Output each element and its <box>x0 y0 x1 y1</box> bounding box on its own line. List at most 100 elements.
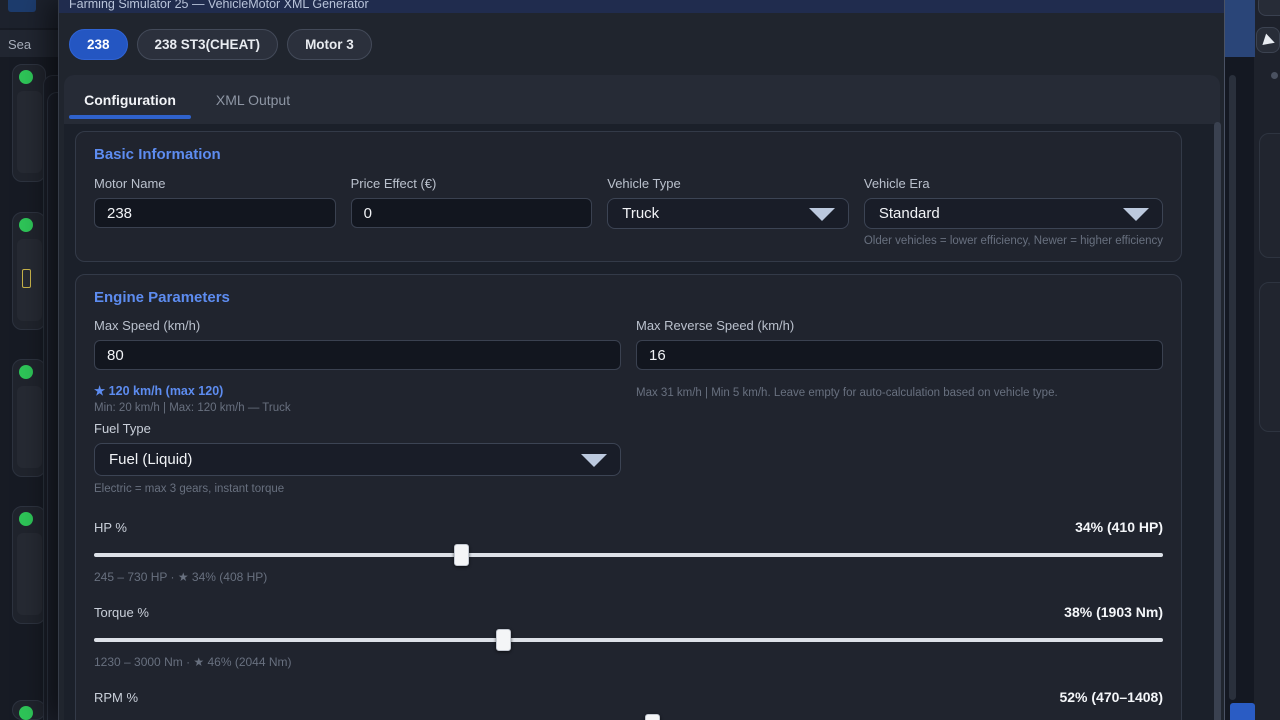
content-scrollbar-thumb[interactable] <box>1214 122 1221 720</box>
rpm-slider-group: RPM % 52% (470–1408) 550 – 2200 RPM · ★ … <box>94 689 1163 720</box>
motor-name-label: Motor Name <box>94 176 336 191</box>
max-speed-label: Max Speed (km/h) <box>94 318 621 333</box>
cursor-arrow-icon <box>1262 34 1276 49</box>
basic-information-section: Basic Information Motor Name Price Effec… <box>75 131 1182 262</box>
torque-slider-label: Torque % <box>94 605 149 620</box>
background-brand-chip <box>8 0 36 12</box>
dialog-scrollbar-thumb-bottom[interactable] <box>1230 703 1255 720</box>
tab-xml-output[interactable]: XML Output <box>197 75 309 124</box>
dialog-scrollbar-thumb-top[interactable] <box>1225 0 1255 57</box>
background-list-card <box>12 359 46 477</box>
active-tab-underline <box>69 115 191 119</box>
chevron-down-icon <box>1123 208 1149 221</box>
background-dot-icon <box>1271 72 1278 79</box>
status-green-icon <box>19 706 33 720</box>
vehicle-era-field: Vehicle Era Standard Older vehicles = lo… <box>864 176 1163 247</box>
engine-parameters-heading: Engine Parameters <box>94 289 1163 306</box>
fuel-type-label: Fuel Type <box>94 421 621 436</box>
fuel-type-helper: Electric = max 3 gears, instant torque <box>94 483 621 495</box>
max-reverse-column: Max Reverse Speed (km/h) Max 31 km/h | M… <box>636 318 1163 495</box>
vehicle-era-select[interactable]: Standard <box>864 198 1163 229</box>
torque-slider-thumb[interactable] <box>496 629 511 651</box>
status-green-icon <box>19 70 33 84</box>
configuration-content: Basic Information Motor Name Price Effec… <box>64 131 1220 720</box>
rpm-slider-head: RPM % 52% (470–1408) <box>94 689 1163 705</box>
background-search-label: Sea <box>8 37 31 52</box>
rpm-slider-value: 52% (470–1408) <box>1059 689 1163 705</box>
motor-tabs-row: 238 238 ST3(CHEAT) Motor 3 <box>59 13 1224 75</box>
hp-slider-helper: 245 – 730 HP · ★ 34% (408 HP) <box>94 570 1163 584</box>
fuel-type-value: Fuel (Liquid) <box>109 451 192 468</box>
price-effect-label: Price Effect (€) <box>351 176 593 191</box>
screen: Sea <box>0 0 1280 720</box>
max-reverse-label: Max Reverse Speed (km/h) <box>636 318 1163 333</box>
status-green-icon <box>19 512 33 526</box>
dialog-titlebar: Farming Simulator 25 — VehicleMotor XML … <box>59 0 1224 13</box>
tab-configuration-label: Configuration <box>84 92 176 108</box>
dialog-scrollbar-thin-thumb[interactable] <box>1229 75 1236 700</box>
fuel-type-select[interactable]: Fuel (Liquid) <box>94 443 621 476</box>
background-list-card <box>12 212 46 330</box>
hp-slider-head: HP % 34% (410 HP) <box>94 519 1163 535</box>
hp-slider-label: HP % <box>94 520 127 535</box>
tab-bar: Configuration XML Output <box>64 75 1220 124</box>
generator-panel: Configuration XML Output Basic Informati… <box>64 75 1220 720</box>
hp-slider-thumb[interactable] <box>454 544 469 566</box>
speed-fields-row: Max Speed (km/h) ★ 120 km/h (max 120) Mi… <box>94 318 1163 495</box>
motor-tab-motor-3[interactable]: Motor 3 <box>287 29 372 60</box>
chevron-down-icon <box>809 208 835 221</box>
dialog-scrollbar-track[interactable] <box>1224 0 1254 720</box>
torque-slider-helper: 1230 – 3000 Nm · ★ 46% (2044 Nm) <box>94 655 1163 669</box>
max-speed-recommended: ★ 120 km/h (max 120) <box>94 383 621 398</box>
background-list-card <box>12 506 46 624</box>
vehicle-type-select[interactable]: Truck <box>607 198 849 229</box>
vehicle-era-helper: Older vehicles = lower efficiency, Newer… <box>864 235 1163 247</box>
max-reverse-input[interactable] <box>636 340 1163 370</box>
background-card-content <box>17 91 42 173</box>
torque-slider-head: Torque % 38% (1903 Nm) <box>94 604 1163 620</box>
motor-name-field: Motor Name <box>94 176 336 247</box>
max-speed-input[interactable] <box>94 340 621 370</box>
max-speed-range: Min: 20 km/h | Max: 120 km/h — Truck <box>94 402 621 414</box>
background-page-left: Sea <box>0 0 58 720</box>
rpm-slider-label: RPM % <box>94 690 138 705</box>
cursor-button[interactable] <box>1256 27 1280 53</box>
price-effect-field: Price Effect (€) <box>351 176 593 247</box>
torque-slider-track[interactable] <box>94 638 1163 642</box>
motor-name-input[interactable] <box>94 198 336 228</box>
background-partial-card <box>1259 133 1280 258</box>
vehicle-type-label: Vehicle Type <box>607 176 849 191</box>
engine-parameters-section: Engine Parameters Max Speed (km/h) ★ 120… <box>75 274 1182 720</box>
torque-slider-group: Torque % 38% (1903 Nm) 1230 – 3000 Nm · … <box>94 604 1163 669</box>
max-reverse-helper: Max 31 km/h | Min 5 km/h. Leave empty fo… <box>636 387 1163 399</box>
background-top-right-chip <box>1258 0 1280 16</box>
basic-information-heading: Basic Information <box>94 146 1163 163</box>
tab-xml-output-label: XML Output <box>216 92 290 108</box>
vehicle-motor-generator-dialog: Farming Simulator 25 — VehicleMotor XML … <box>58 0 1224 720</box>
motor-tab-238-st3-cheat[interactable]: 238 ST3(CHEAT) <box>137 29 279 60</box>
torque-slider-value: 38% (1903 Nm) <box>1064 604 1163 620</box>
hp-slider-value: 34% (410 HP) <box>1075 519 1163 535</box>
vehicle-type-value: Truck <box>622 205 659 222</box>
status-green-icon <box>19 218 33 232</box>
dialog-title: Farming Simulator 25 — VehicleMotor XML … <box>69 0 1224 11</box>
hp-slider-group: HP % 34% (410 HP) 245 – 730 HP · ★ 34% (… <box>94 519 1163 584</box>
vehicle-type-field: Vehicle Type Truck <box>607 176 849 247</box>
vehicle-era-value: Standard <box>879 205 940 222</box>
hp-slider-track[interactable] <box>94 553 1163 557</box>
max-speed-column: Max Speed (km/h) ★ 120 km/h (max 120) Mi… <box>94 318 621 495</box>
rpm-slider-thumb[interactable] <box>645 714 660 720</box>
status-green-icon <box>19 365 33 379</box>
background-card-content <box>17 533 42 615</box>
vehicle-era-label: Vehicle Era <box>864 176 1163 191</box>
background-yellow-badge <box>22 269 31 288</box>
background-list-card <box>12 64 46 182</box>
background-list-card <box>12 700 46 720</box>
motor-tab-238[interactable]: 238 <box>69 29 128 60</box>
chevron-down-icon <box>581 454 607 467</box>
background-card-content <box>17 386 42 468</box>
background-partial-card <box>1259 282 1280 432</box>
background-page-right <box>1254 0 1280 720</box>
tab-configuration[interactable]: Configuration <box>69 75 191 124</box>
price-effect-input[interactable] <box>351 198 593 228</box>
